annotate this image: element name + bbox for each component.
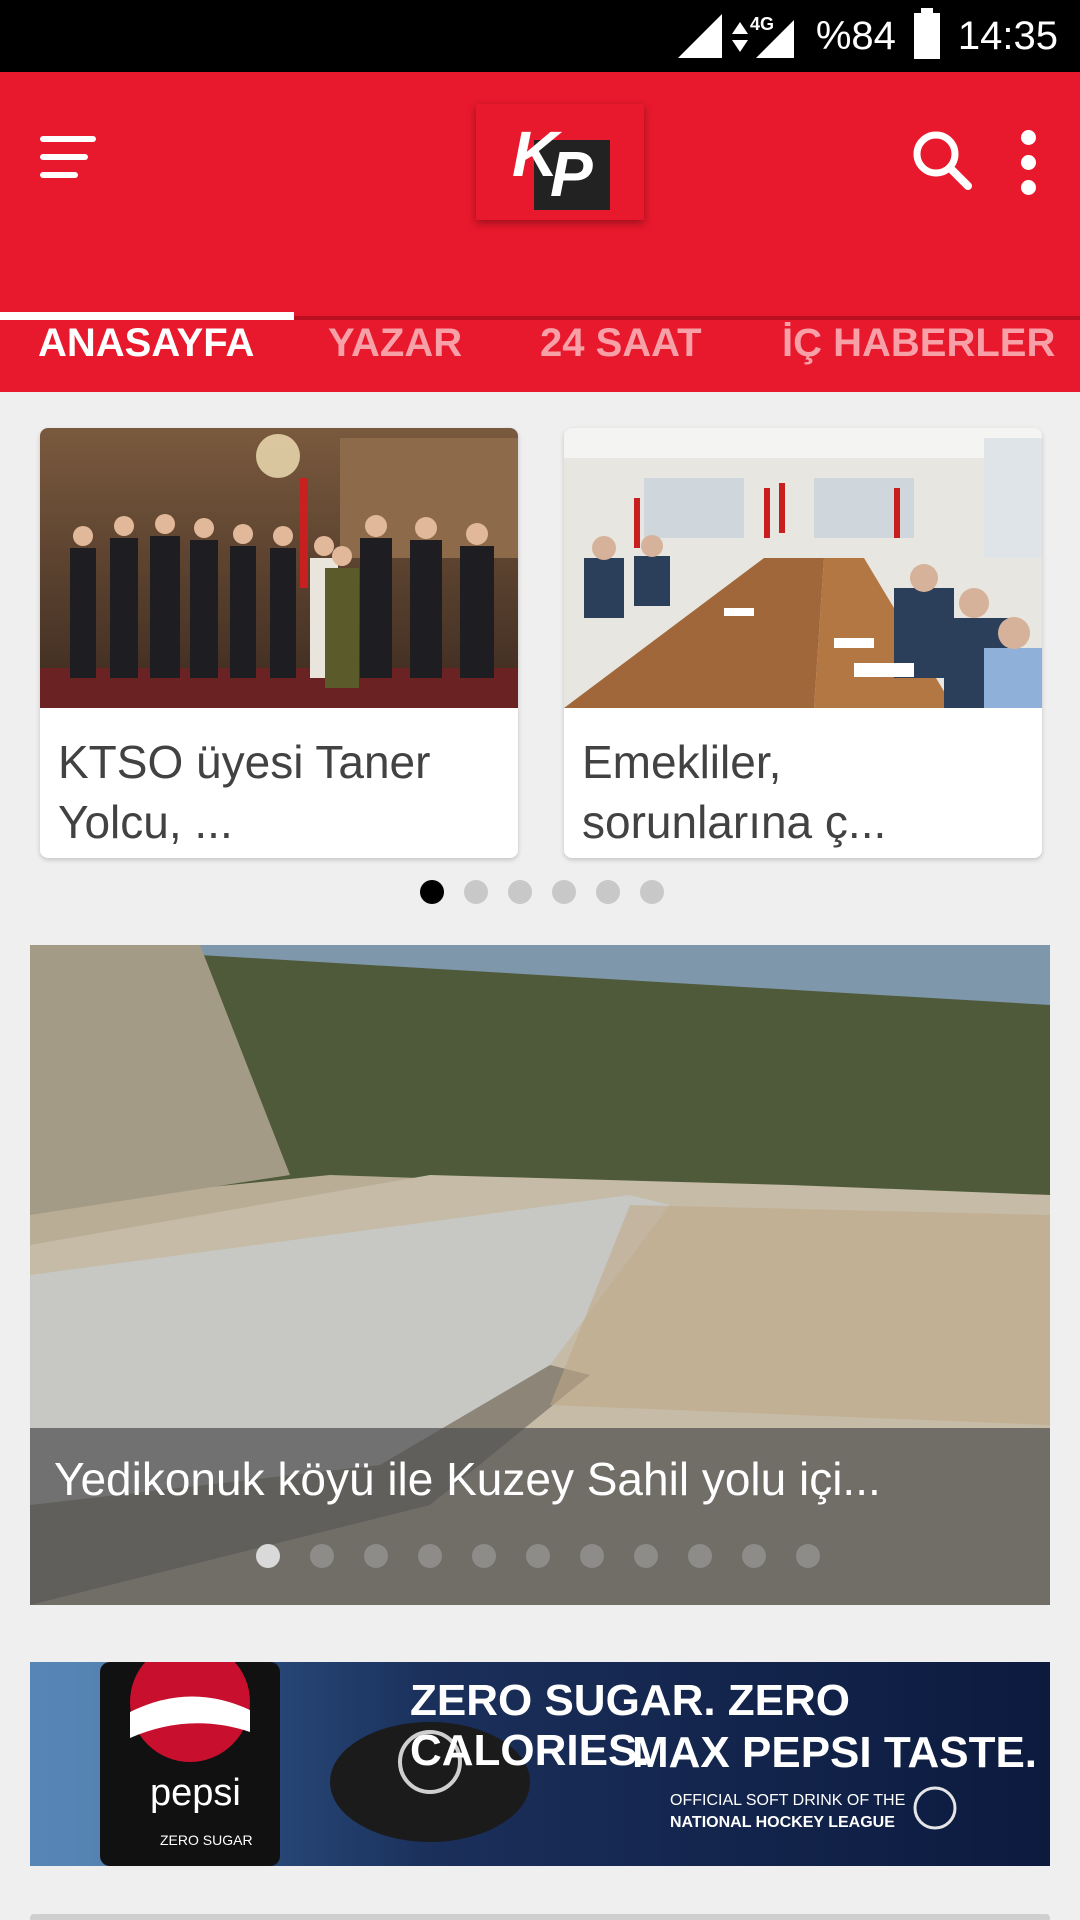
clock: 14:35: [957, 13, 1058, 58]
news-card-image: [40, 428, 518, 708]
ad-banner[interactable]: pepsi ZERO SUGAR ZERO SUGAR. ZERO CALORI…: [30, 1662, 1050, 1866]
news-card-image: [564, 428, 1042, 708]
app-bar: K P ANASAYFA YAZAR 24 SAAT İÇ HABERLER: [0, 72, 1080, 392]
hero-pager-dot[interactable]: [364, 1544, 388, 1568]
tab-divider: [294, 316, 1080, 320]
search-icon[interactable]: [912, 130, 972, 190]
hero-pager-dot[interactable]: [472, 1544, 496, 1568]
ad-brand: pepsi: [150, 1772, 241, 1814]
hero-pager-dot[interactable]: [796, 1544, 820, 1568]
hero-slider[interactable]: Yedikonuk köyü ile Kuzey Sahil yolu içi.…: [30, 945, 1050, 1605]
card-pager-dot[interactable]: [596, 880, 620, 904]
svg-text:P: P: [550, 138, 593, 210]
ad-headline-2: MAX PEPSI TASTE.: [632, 1728, 1038, 1777]
battery-icon: [913, 8, 940, 59]
hero-pager-dot[interactable]: [634, 1544, 658, 1568]
news-card-title: Emekliler, sorunlarına ç...: [582, 736, 887, 848]
kp-logo-icon: K P: [510, 114, 610, 210]
card-pager-dot[interactable]: [420, 880, 444, 904]
card-pager-dot[interactable]: [640, 880, 664, 904]
hero-pager-dot[interactable]: [256, 1544, 280, 1568]
status-bar: 4G %84 14:35: [0, 0, 1080, 72]
tab-ic-haberler[interactable]: İÇ HABERLER: [782, 302, 1055, 384]
hero-pager: [256, 1544, 820, 1568]
card-pager-dot[interactable]: [508, 880, 532, 904]
hero-pager-dot[interactable]: [580, 1544, 604, 1568]
hero-pager-dot[interactable]: [310, 1544, 334, 1568]
active-tab-indicator: [0, 312, 294, 320]
network-type: 4G: [750, 14, 774, 34]
signal-icon: 4G: [677, 12, 798, 60]
tab-24-saat[interactable]: 24 SAAT: [540, 302, 702, 384]
ad-tagline-1: OFFICIAL SOFT DRINK OF THE: [670, 1792, 906, 1809]
news-card[interactable]: KTSO üyesi Taner Yolcu, ...: [40, 428, 518, 858]
card-pager-dot[interactable]: [464, 880, 488, 904]
news-card-title: KTSO üyesi Taner Yolcu, ...: [58, 736, 431, 848]
hero-caption: Yedikonuk köyü ile Kuzey Sahil yolu içi.…: [30, 1428, 1050, 1605]
hero-pager-dot[interactable]: [418, 1544, 442, 1568]
card-pager-dot[interactable]: [552, 880, 576, 904]
ad-sub-brand: ZERO SUGAR: [160, 1832, 253, 1848]
hero-pager-dot[interactable]: [526, 1544, 550, 1568]
ad-tagline-2: NATIONAL HOCKEY LEAGUE: [670, 1814, 895, 1831]
hero-pager-dot[interactable]: [688, 1544, 712, 1568]
menu-icon[interactable]: [40, 134, 96, 184]
tab-yazar[interactable]: YAZAR: [328, 302, 462, 384]
more-options-icon[interactable]: [1014, 130, 1044, 195]
battery-percentage: %84: [815, 13, 896, 58]
next-section-edge: [30, 1914, 1050, 1920]
app-logo[interactable]: K P: [476, 104, 644, 220]
hero-pager-dot[interactable]: [742, 1544, 766, 1568]
hero-title: Yedikonuk köyü ile Kuzey Sahil yolu içi.…: [54, 1453, 881, 1505]
card-pager: [420, 880, 664, 904]
news-card[interactable]: Emekliler, sorunlarına ç...: [564, 428, 1042, 858]
